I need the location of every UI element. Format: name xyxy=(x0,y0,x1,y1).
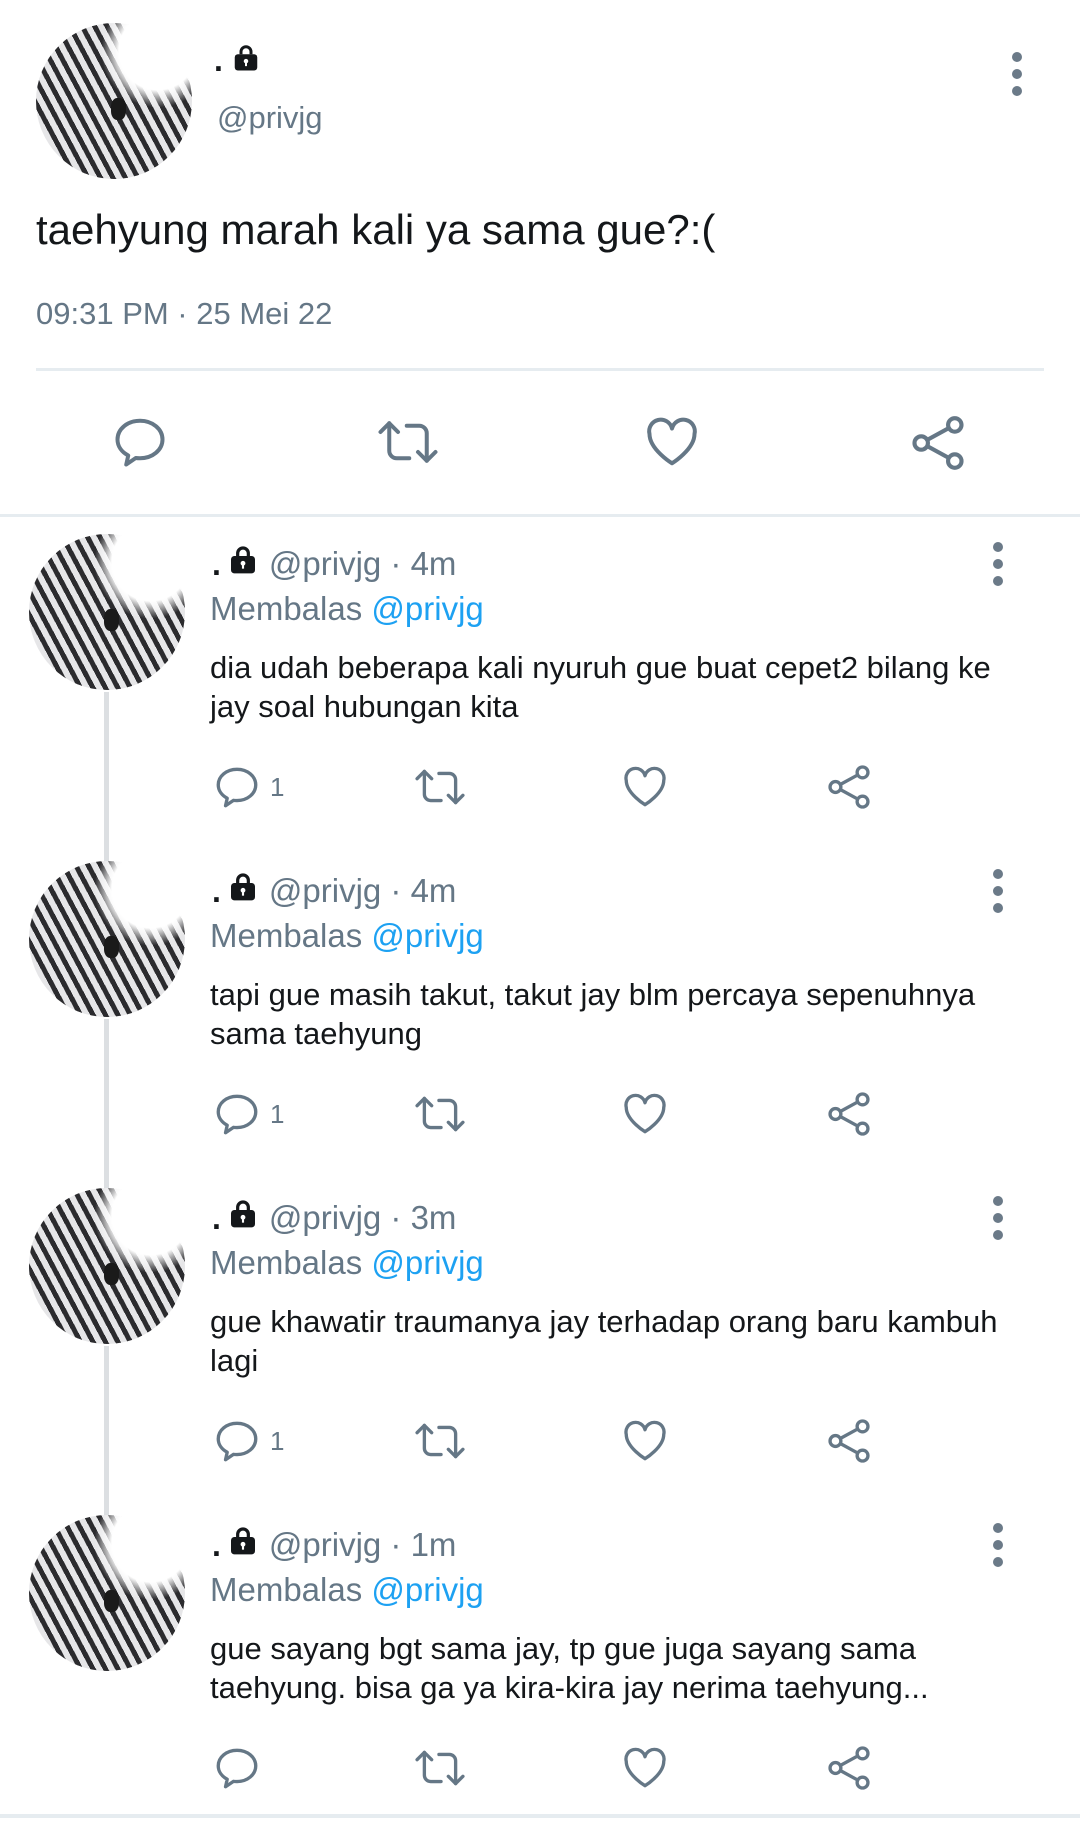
mention-link[interactable]: @privjg xyxy=(371,917,483,954)
lock-icon xyxy=(227,544,259,584)
share-icon[interactable] xyxy=(824,762,874,812)
lock-icon xyxy=(227,1198,259,1238)
avatar[interactable] xyxy=(29,534,185,690)
reply-text: dia udah beberapa kali nyuruh gue buat c… xyxy=(210,650,991,724)
like-icon[interactable] xyxy=(620,1416,670,1466)
avatar[interactable] xyxy=(29,1515,185,1671)
retweet-icon[interactable] xyxy=(412,1089,468,1139)
reply-icon xyxy=(216,767,258,808)
reply-icon xyxy=(216,1748,258,1789)
author-handle[interactable]: @privjg xyxy=(217,100,323,136)
reply-tweet[interactable]: . @privjg · 4m Membalas @privjg dia udah… xyxy=(0,534,1080,861)
retweet-icon[interactable] xyxy=(375,412,441,477)
replying-to: Membalas @privjg xyxy=(210,1571,484,1609)
reply-count: 1 xyxy=(270,771,285,802)
lock-icon xyxy=(227,871,259,911)
share-icon[interactable] xyxy=(824,1089,874,1139)
replying-label: Membalas xyxy=(210,590,363,627)
display-name: . xyxy=(214,42,223,78)
divider xyxy=(0,1814,1080,1818)
reply-count: 1 xyxy=(270,1425,285,1456)
display-name: . xyxy=(212,1527,221,1563)
reply-button[interactable]: 1 xyxy=(212,1416,284,1466)
author-name-row[interactable]: . @privjg · 1m xyxy=(212,1525,456,1565)
reply-text: gue khawatir traumanya jay terhadap oran… xyxy=(210,1304,998,1378)
more-vertical-icon[interactable] xyxy=(988,542,1008,586)
reply-button[interactable] xyxy=(212,1743,270,1793)
retweet-icon[interactable] xyxy=(412,1416,468,1466)
divider xyxy=(36,368,1044,371)
reply-tweet[interactable]: . @privjg · 4m Membalas @privjg tapi gue… xyxy=(0,861,1080,1188)
avatar[interactable] xyxy=(29,861,185,1017)
mention-link[interactable]: @privjg xyxy=(371,1571,483,1608)
mention-link[interactable]: @privjg xyxy=(371,590,483,627)
replying-to: Membalas @privjg xyxy=(210,1244,484,1282)
author-name-row[interactable]: . @privjg · 4m xyxy=(212,544,456,584)
reply-icon xyxy=(216,1094,258,1135)
main-tweet: . @privjg taehyung marah kali ya sama gu… xyxy=(0,0,1080,516)
retweet-icon[interactable] xyxy=(412,1743,468,1793)
reply-button[interactable]: 1 xyxy=(212,1089,284,1139)
replying-to: Membalas @privjg xyxy=(210,590,484,628)
author-name-row[interactable]: . @privjg · 3m xyxy=(212,1198,456,1238)
reply-count: 1 xyxy=(270,1098,285,1129)
reply-tweet[interactable]: . @privjg · 3m Membalas @privjg gue khaw… xyxy=(0,1188,1080,1515)
display-name: . xyxy=(212,1200,221,1236)
reply-text: tapi gue masih takut, takut jay blm perc… xyxy=(210,977,976,1051)
reply-icon[interactable] xyxy=(110,412,170,477)
lock-icon xyxy=(227,1525,259,1565)
like-icon[interactable] xyxy=(620,1743,670,1793)
share-icon[interactable] xyxy=(824,1743,874,1793)
section-divider xyxy=(0,514,1080,517)
more-vertical-icon[interactable] xyxy=(988,1523,1008,1567)
reply-button[interactable]: 1 xyxy=(212,762,284,812)
replying-label: Membalas xyxy=(210,917,363,954)
display-name: . xyxy=(212,546,221,582)
replying-label: Membalas xyxy=(210,1571,363,1608)
handle-time: @privjg · 1m xyxy=(268,1526,457,1563)
handle-time: @privjg · 4m xyxy=(268,872,457,909)
more-vertical-icon[interactable] xyxy=(988,869,1008,913)
replying-to: Membalas @privjg xyxy=(210,917,484,955)
display-name: . xyxy=(212,873,221,909)
lock-icon xyxy=(231,43,261,78)
handle-time: @privjg · 3m xyxy=(268,1199,457,1236)
reply-tweet[interactable]: . @privjg · 1m Membalas @privjg gue saya… xyxy=(0,1515,1080,1842)
avatar[interactable] xyxy=(29,1188,185,1344)
like-icon[interactable] xyxy=(642,412,702,477)
author-name-row[interactable]: . @privjg · 4m xyxy=(212,871,456,911)
share-icon[interactable] xyxy=(907,412,969,479)
tweet-text: taehyung marah kali ya sama gue?:( xyxy=(36,206,716,253)
like-icon[interactable] xyxy=(620,1089,670,1139)
more-vertical-icon[interactable] xyxy=(988,1196,1008,1240)
reply-icon xyxy=(216,1421,258,1462)
mention-link[interactable]: @privjg xyxy=(371,1244,483,1281)
avatar[interactable] xyxy=(36,23,192,179)
replying-label: Membalas xyxy=(210,1244,363,1281)
handle-time: @privjg · 4m xyxy=(268,545,457,582)
share-icon[interactable] xyxy=(824,1416,874,1466)
tweet-timestamp: 09:31 PM · 25 Mei 22 xyxy=(36,296,333,331)
retweet-icon[interactable] xyxy=(412,762,468,812)
reply-text: gue sayang bgt sama jay, tp gue juga say… xyxy=(210,1631,929,1705)
author-name-row[interactable]: . xyxy=(214,40,261,80)
more-vertical-icon[interactable] xyxy=(1007,52,1027,96)
like-icon[interactable] xyxy=(620,762,670,812)
